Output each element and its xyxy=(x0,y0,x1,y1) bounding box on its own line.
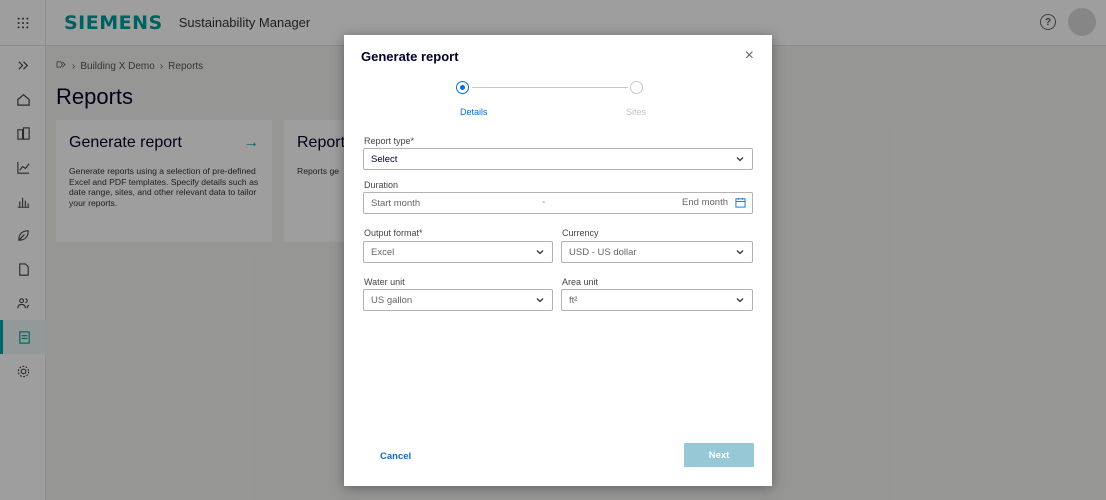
output-format-select[interactable]: Excel xyxy=(363,241,553,263)
water-unit-select[interactable]: US gallon xyxy=(363,289,553,311)
close-icon[interactable]: × xyxy=(745,47,754,65)
step-details-label[interactable]: Details xyxy=(460,107,488,117)
step-sites-label: Sites xyxy=(626,107,647,117)
chevron-down-icon xyxy=(536,298,544,303)
step-sites-indicator xyxy=(630,81,643,94)
duration-label: Duration xyxy=(364,180,399,190)
chevron-down-icon xyxy=(736,250,744,255)
cancel-button[interactable]: Cancel xyxy=(380,451,411,462)
duration-field[interactable]: Start month - End month xyxy=(363,192,753,214)
water-unit-label: Water unit xyxy=(364,277,405,287)
area-unit-select[interactable]: ft² xyxy=(561,289,753,311)
chevron-down-icon xyxy=(736,298,744,303)
stepper: Details Sites xyxy=(344,81,772,121)
report-type-select[interactable]: Select xyxy=(363,148,753,170)
start-month-input[interactable]: Start month xyxy=(371,198,420,209)
dialog-title: Generate report xyxy=(361,49,459,64)
duration-separator: - xyxy=(542,197,546,208)
step-details-indicator[interactable] xyxy=(456,81,469,94)
end-month-input[interactable]: End month xyxy=(682,197,728,208)
chevron-down-icon xyxy=(536,250,544,255)
output-format-value: Excel xyxy=(371,246,395,258)
area-unit-label: Area unit xyxy=(562,277,599,287)
calendar-icon[interactable] xyxy=(735,197,746,208)
currency-select[interactable]: USD - US dollar xyxy=(561,241,753,263)
generate-report-dialog: Generate report × Details Sites Report t… xyxy=(344,35,772,486)
report-type-value: Select xyxy=(371,153,398,165)
step-connector xyxy=(472,87,628,88)
area-unit-value: ft² xyxy=(569,294,578,306)
output-format-label: Output format* xyxy=(364,228,423,238)
currency-label: Currency xyxy=(562,228,599,238)
currency-value: USD - US dollar xyxy=(569,246,637,258)
chevron-down-icon xyxy=(736,157,744,162)
report-type-label: Report type* xyxy=(364,136,415,146)
water-unit-value: US gallon xyxy=(371,294,413,306)
next-button[interactable]: Next xyxy=(684,443,754,467)
